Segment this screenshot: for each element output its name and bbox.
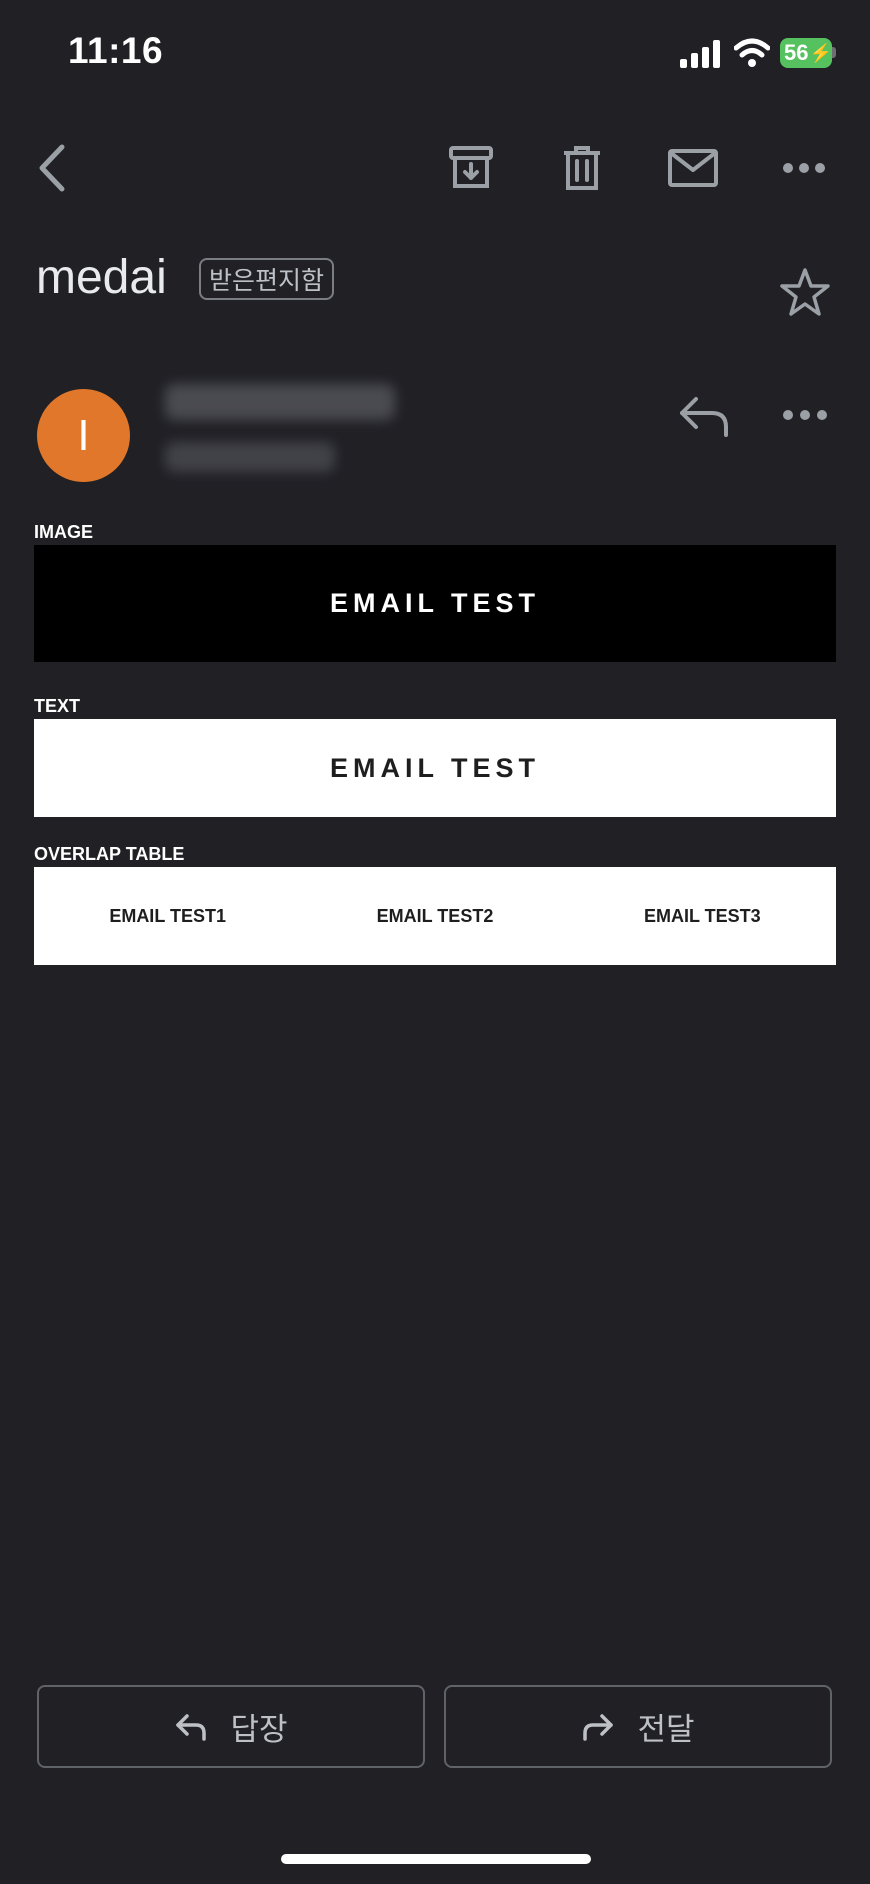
more-button[interactable] [774, 138, 834, 198]
charging-bolt-icon: ⚡ [809, 42, 832, 63]
home-indicator[interactable] [281, 1854, 591, 1864]
mark-unread-button[interactable] [663, 138, 723, 198]
status-time: 11:16 [68, 30, 164, 71]
image-banner: EMAIL TEST [34, 545, 836, 662]
forward-label: 전달 [637, 1712, 695, 1747]
table-cell: EMAIL TEST1 [109, 905, 226, 926]
mail-icon [668, 149, 718, 187]
sender-avatar[interactable]: I [37, 389, 130, 482]
text-banner: EMAIL TEST [34, 719, 836, 817]
sender-name-redacted [165, 384, 395, 420]
table-cell: EMAIL TEST2 [376, 905, 494, 926]
image-section-label: IMAGE [34, 522, 94, 542]
reply-button[interactable]: 답장 [37, 1685, 425, 1768]
battery-cap [832, 47, 836, 58]
archive-icon [449, 146, 493, 188]
wifi-icon [734, 38, 770, 67]
email-subject: medai [36, 251, 167, 304]
text-section-label: TEXT [34, 696, 81, 716]
back-button[interactable] [22, 138, 82, 198]
inbox-label-chip[interactable]: 받은편지함 [199, 258, 335, 300]
sender-details-redacted [165, 442, 335, 472]
battery-indicator: 56 ⚡ [780, 38, 832, 68]
delete-button[interactable] [552, 138, 612, 198]
chevron-left-icon [39, 144, 65, 192]
forward-icon [583, 1713, 614, 1741]
battery-level: 56 [784, 40, 809, 65]
forward-button[interactable]: 전달 [444, 1685, 832, 1768]
reply-label: 답장 [230, 1712, 288, 1747]
trash-icon [564, 146, 600, 190]
star-icon[interactable] [778, 266, 832, 320]
archive-button[interactable] [441, 138, 501, 198]
cellular-signal-icon [680, 40, 720, 68]
overlap-table: EMAIL TEST1 EMAIL TEST2 EMAIL TEST3 [34, 867, 836, 965]
table-section-label: OVERLAP TABLE [34, 844, 185, 864]
reply-icon[interactable] [674, 391, 734, 441]
more-horizontal-icon [783, 163, 825, 173]
message-more-icon[interactable] [774, 395, 836, 435]
table-cell: EMAIL TEST3 [643, 905, 761, 926]
reply-icon [176, 1713, 207, 1741]
